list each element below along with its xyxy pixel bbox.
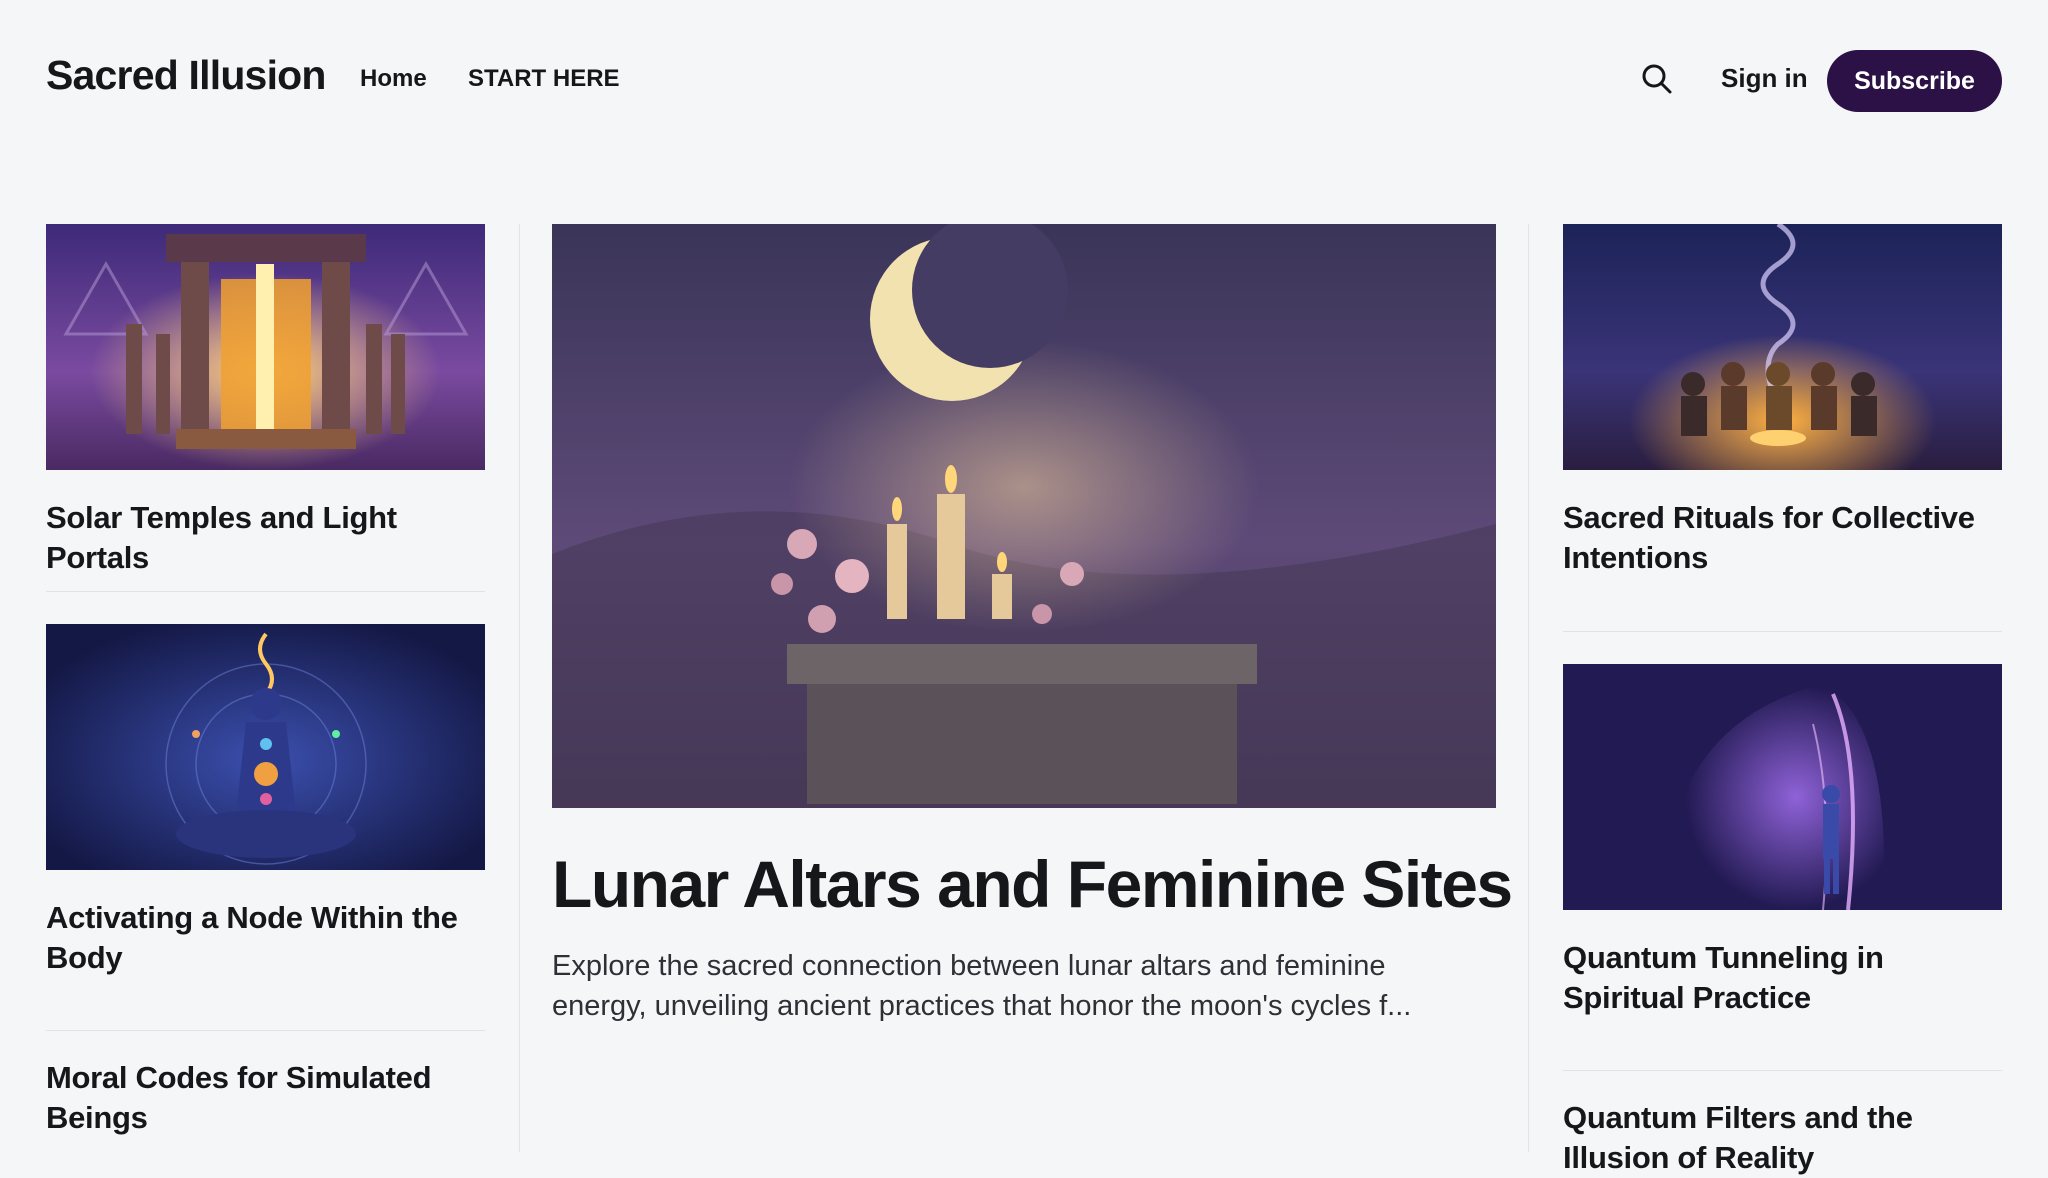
nav-start-here[interactable]: START HERE [468, 65, 620, 93]
post-title[interactable]: Moral Codes for Simulated Beings [46, 1058, 486, 1138]
featured-image-lunar-altar[interactable] [552, 224, 1496, 808]
divider [1563, 631, 2002, 632]
post-thumbnail-node-body[interactable] [46, 624, 485, 870]
post-thumbnail-solar-temples[interactable] [46, 224, 485, 470]
site-title[interactable]: Sacred Illusion [46, 52, 326, 99]
search-icon[interactable] [1640, 62, 1674, 96]
post-title[interactable]: Activating a Node Within the Body [46, 898, 486, 978]
post-title[interactable]: Quantum Filters and the Illusion of Real… [1563, 1098, 2023, 1178]
post-title[interactable]: Quantum Tunneling in Spiritual Practice [1563, 938, 2003, 1018]
post-title[interactable]: Sacred Rituals for Collective Intentions [1563, 498, 2003, 578]
post-thumbnail-quantum-tunneling[interactable] [1563, 664, 2002, 910]
site-header: Sacred Illusion Home START HERE Sign in … [0, 0, 2048, 160]
post-title[interactable]: Solar Temples and Light Portals [46, 498, 486, 578]
featured-post-title[interactable]: Lunar Altars and Feminine Sites [552, 844, 1513, 924]
nav-home[interactable]: Home [360, 65, 427, 93]
sign-in-link[interactable]: Sign in [1721, 63, 1808, 94]
column-divider [1528, 224, 1529, 1152]
column-divider [519, 224, 520, 1152]
divider [1563, 1070, 2002, 1071]
post-thumbnail-sacred-rituals[interactable] [1563, 224, 2002, 470]
subscribe-button[interactable]: Subscribe [1827, 50, 2002, 112]
featured-post-excerpt: Explore the sacred connection between lu… [552, 950, 1412, 1022]
divider [46, 591, 485, 592]
divider [46, 1030, 485, 1031]
